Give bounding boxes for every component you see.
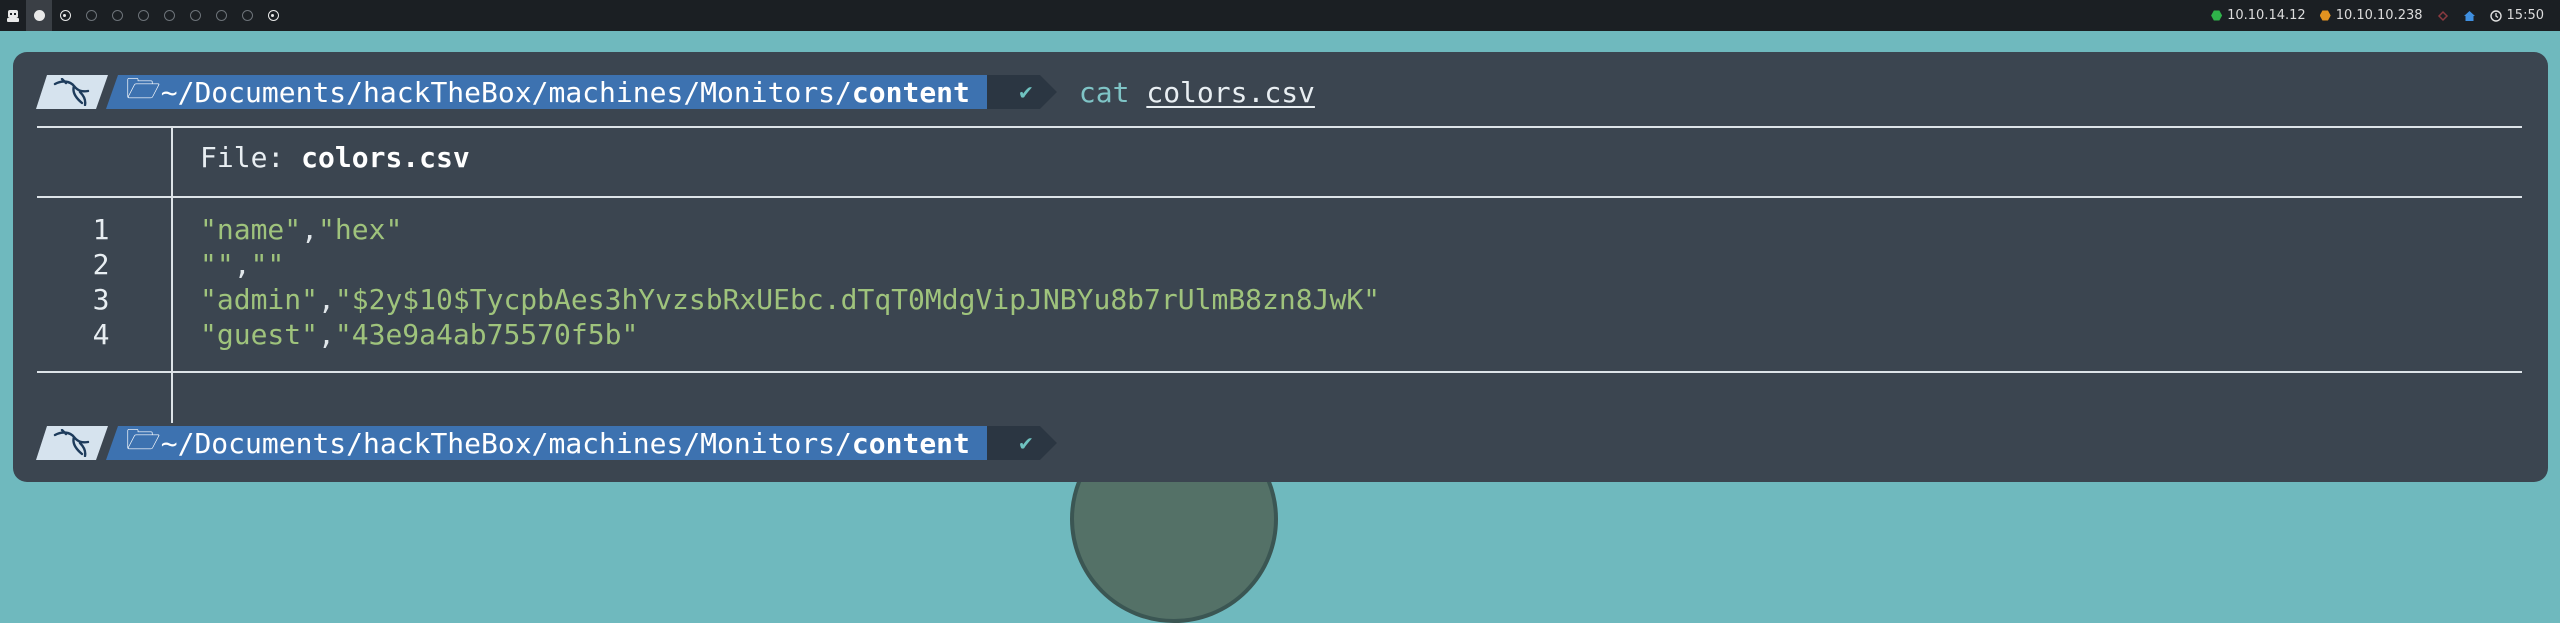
workspace-7-icon[interactable] <box>182 0 208 31</box>
kali-logo-segment <box>36 75 108 109</box>
output-bottom-rule <box>37 371 2522 373</box>
line-number: 1 <box>92 213 110 246</box>
vpn-icon <box>2437 10 2448 21</box>
line-number: 2 <box>92 248 110 281</box>
workspace-1-icon[interactable] <box>26 0 52 31</box>
csv-comma: , <box>301 213 319 246</box>
clock-icon <box>2489 9 2502 22</box>
path-segment: 🗁 ~/Documents/hackTheBox/machines/Monitor… <box>106 426 1004 460</box>
local-ip: 10.10.14.12 <box>2227 8 2306 23</box>
workspace-9-icon[interactable] <box>234 0 260 31</box>
workspace-4-icon[interactable] <box>104 0 130 31</box>
file-header-prefix: File: <box>200 141 302 174</box>
csv-string: "$2y$10$TycpbAes3hYvzsbRxUEbc.dTqT0MdgVi… <box>334 283 1381 316</box>
network-icon <box>2211 10 2223 21</box>
csv-string: "guest" <box>200 318 319 351</box>
path-segment: 🗁 ~/Documents/hackTheBox/machines/Monitor… <box>106 75 1004 109</box>
workspace-2-icon[interactable] <box>52 0 78 31</box>
csv-comma: , <box>318 283 335 316</box>
line-text: "","" <box>200 248 284 281</box>
line-text: "name","hex" <box>200 213 402 246</box>
shell-prompt: 🗁 ~/Documents/hackTheBox/machines/Monitor… <box>36 75 1315 109</box>
target-icon <box>2319 10 2331 21</box>
csv-string: "admin" <box>200 283 319 316</box>
csv-string: "" <box>200 248 234 281</box>
status-segment: ✔ <box>987 426 1057 460</box>
path-current: content <box>851 426 970 460</box>
workspace-8-icon[interactable] <box>208 0 234 31</box>
local-ip-widget: 10.10.14.12 <box>2211 8 2306 23</box>
shell-prompt-next: 🗁 ~/Documents/hackTheBox/machines/Monitor… <box>36 426 1057 460</box>
path-current: content <box>851 75 970 109</box>
path-prefix: ~/Documents/hackTheBox/machines/Monitors… <box>160 426 852 460</box>
csv-comma: , <box>233 248 251 281</box>
workspace-5-icon[interactable] <box>130 0 156 31</box>
csv-string: "43e9a4ab75570f5b" <box>334 318 639 351</box>
kali-dragon-icon <box>52 429 92 457</box>
vpn-indicator <box>2437 10 2449 22</box>
clock-widget: 15:50 <box>2489 8 2544 23</box>
clock-time: 15:50 <box>2506 8 2544 23</box>
workspace-10-icon[interactable] <box>260 0 286 31</box>
top-bar: 10.10.14.12 10.10.10.238 15:50 <box>0 0 2560 31</box>
workspace-switcher <box>0 0 286 31</box>
output-top-rule <box>37 126 2522 128</box>
home-icon <box>2463 10 2475 21</box>
csv-comma: , <box>318 318 335 351</box>
file-name: colors.csv <box>301 141 470 174</box>
app-logo-icon[interactable] <box>0 0 26 31</box>
status-segment: ✔ <box>987 75 1057 109</box>
line-number: 4 <box>92 318 110 351</box>
code-line: 2 "","" <box>13 247 2548 282</box>
csv-string: "name" <box>200 213 302 246</box>
success-check-icon: ✔ <box>1019 79 1033 105</box>
code-line: 4 "guest","43e9a4ab75570f5b" <box>13 317 2548 352</box>
line-number: 3 <box>92 283 110 316</box>
home-button[interactable] <box>2463 10 2476 22</box>
line-text: "guest","43e9a4ab75570f5b" <box>200 318 638 351</box>
line-text: "admin","$2y$10$TycpbAes3hYvzsbRxUEbc.dT… <box>200 283 1380 316</box>
folder-icon: 🗁 <box>126 72 161 105</box>
command-argument[interactable]: colors.csv <box>1146 76 1315 109</box>
csv-string: "hex" <box>318 213 403 246</box>
file-header: File: colors.csv <box>200 141 470 174</box>
code-line: 3 "admin","$2y$10$TycpbAes3hYvzsbRxUEbc.d… <box>13 282 2548 317</box>
target-ip: 10.10.10.238 <box>2335 8 2423 23</box>
kali-logo-segment <box>36 426 108 460</box>
code-line: 1 "name","hex" <box>13 212 2548 247</box>
output-header-rule <box>37 196 2522 198</box>
folder-icon: 🗁 <box>126 423 161 456</box>
path-prefix: ~/Documents/hackTheBox/machines/Monitors… <box>160 75 852 109</box>
command-line[interactable]: cat colors.csv <box>1079 76 1315 109</box>
command-name: cat <box>1078 75 1130 109</box>
workspace-3-icon[interactable] <box>78 0 104 31</box>
success-check-icon: ✔ <box>1019 430 1033 456</box>
workspace-6-icon[interactable] <box>156 0 182 31</box>
target-ip-widget: 10.10.10.238 <box>2319 8 2423 23</box>
kali-dragon-icon <box>52 78 92 106</box>
terminal-window[interactable]: 🗁 ~/Documents/hackTheBox/machines/Monitor… <box>13 52 2548 482</box>
status-area: 10.10.14.12 10.10.10.238 15:50 <box>2211 0 2560 31</box>
csv-string: "" <box>250 248 285 281</box>
